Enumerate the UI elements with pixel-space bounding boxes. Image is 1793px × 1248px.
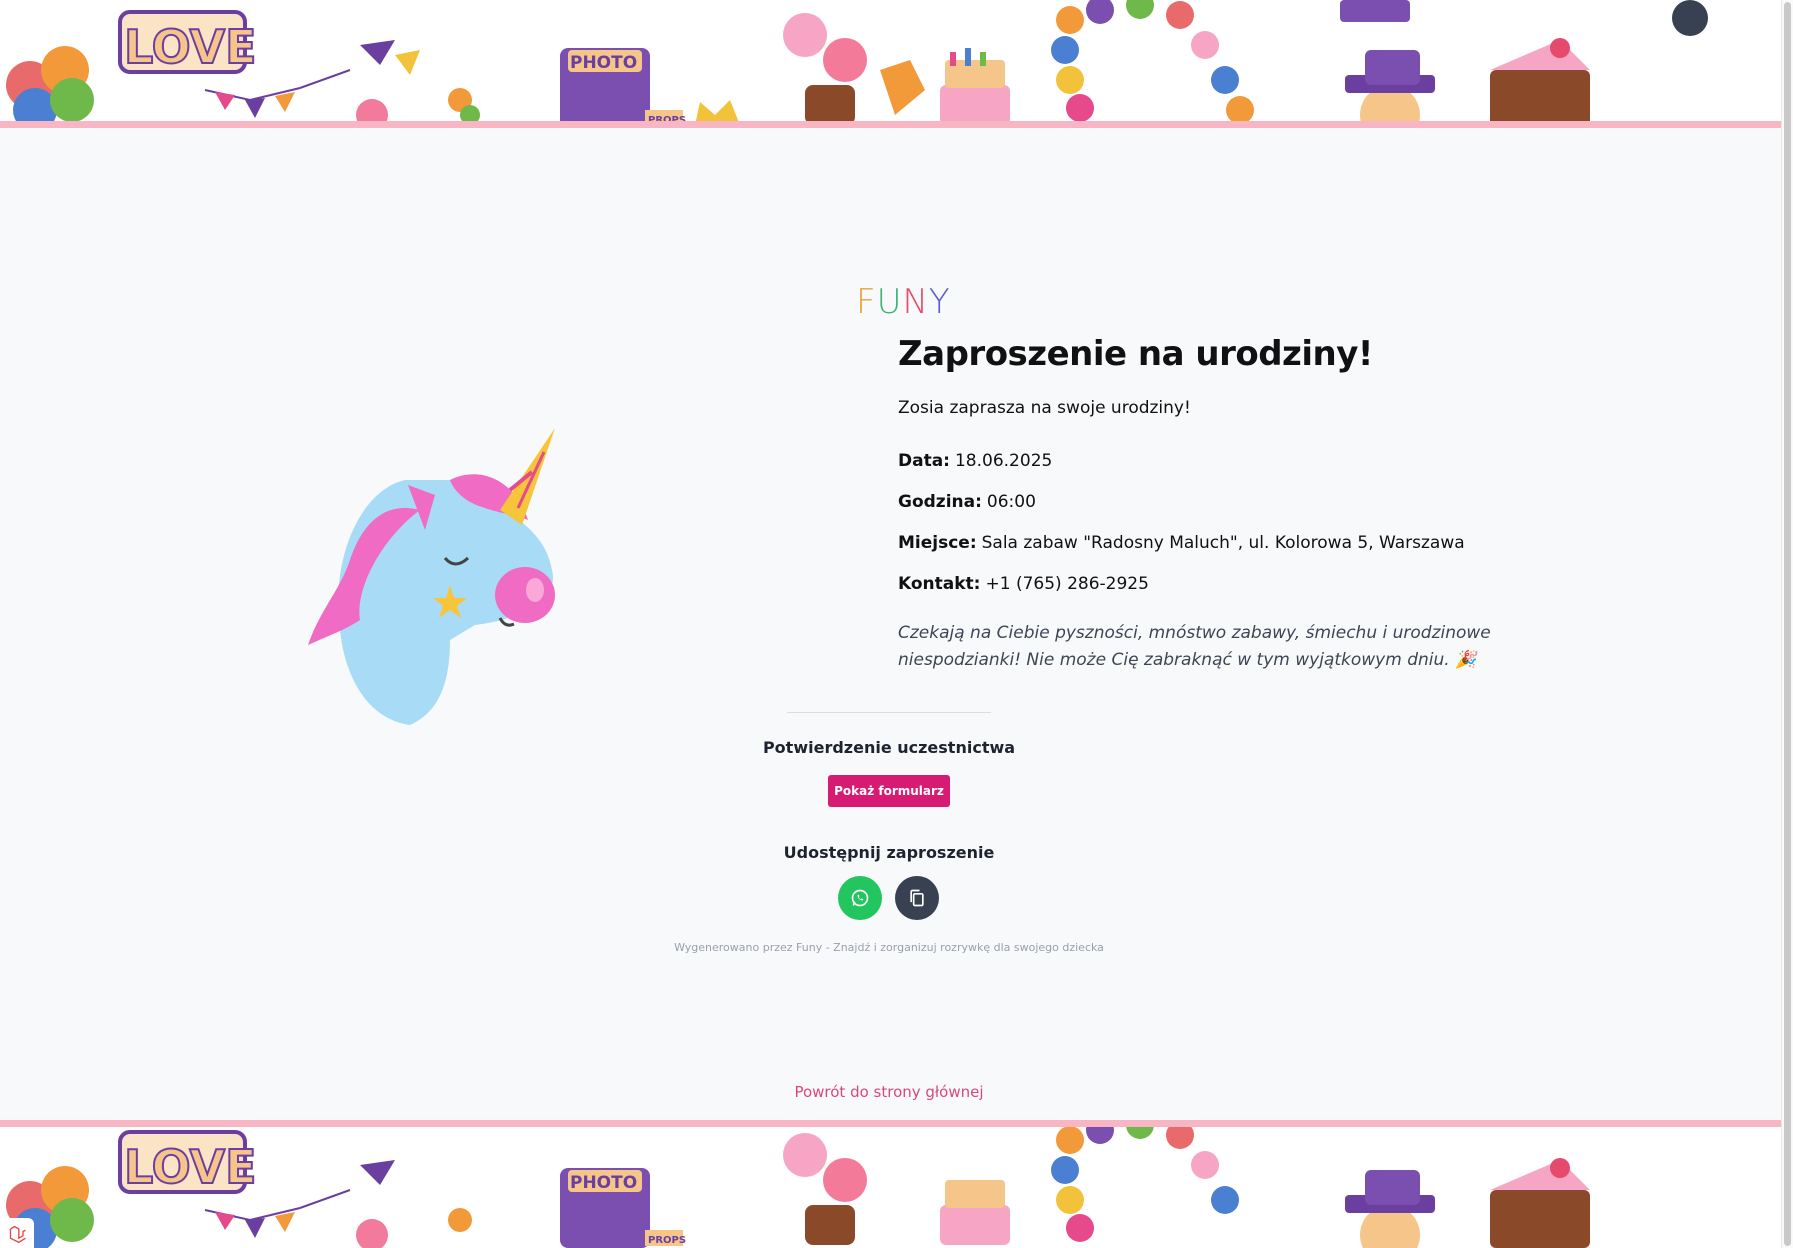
- banner-stripe: [0, 121, 1782, 128]
- party-illustration: LOVE PHOTO PROPS: [6, 1120, 1590, 1248]
- party-illustration: LOVE PHOTO PROPS: [6, 0, 1708, 128]
- detail-value: +1 (765) 286-2925: [985, 573, 1149, 594]
- rsvp-title: Potwierdzenie uczestnictwa: [762, 738, 1016, 757]
- detail-contact: Kontakt: +1 (765) 286-2925: [898, 563, 1498, 604]
- banner-stripe: [0, 1120, 1782, 1127]
- svg-text:PROPS: PROPS: [648, 1235, 686, 1246]
- invitation-closing: Czekają na Ciebie pyszności, mnóstwo zab…: [898, 623, 1491, 670]
- laravel-icon: [9, 1225, 26, 1244]
- divider: [787, 712, 991, 713]
- copy-link-button[interactable]: [895, 876, 939, 920]
- back-to-home-link[interactable]: Powrót do strony głównej: [700, 1083, 1078, 1101]
- generated-by-note: Wygenerowano przez Funy - Znajdź i zorga…: [674, 941, 1104, 954]
- invitation-card: Zaproszenie na urodziny! Zosia zaprasza …: [898, 330, 1498, 674]
- logo-letter: F: [856, 282, 877, 322]
- top-decorative-banner: LOVE PHOTO PROPS: [0, 0, 1782, 128]
- invitation-details: Data: 18.06.2025 Godzina: 06:00 Miejsce:…: [898, 440, 1498, 604]
- scrollbar-thumb[interactable]: [1784, 2, 1791, 1246]
- svg-text:PHOTO: PHOTO: [570, 53, 637, 73]
- logo-letter: N: [902, 282, 929, 322]
- detail-label: Kontakt:: [898, 573, 981, 594]
- detail-value: 06:00: [986, 491, 1036, 512]
- detail-time: Godzina: 06:00: [898, 481, 1498, 522]
- share-title: Udostępnij zaproszenie: [783, 843, 995, 862]
- detail-label: Miejsce:: [898, 532, 977, 553]
- detail-label: Godzina:: [898, 491, 982, 512]
- show-form-button[interactable]: Pokaż formularz: [828, 775, 950, 807]
- logo-letter: Y: [928, 282, 951, 322]
- whatsapp-icon: [851, 889, 869, 907]
- detail-value: 18.06.2025: [954, 450, 1053, 471]
- svg-text:PHOTO: PHOTO: [570, 1173, 637, 1193]
- detail-value: Sala zabaw "Radosny Maluch", ul. Kolorow…: [981, 532, 1465, 553]
- svg-text:LOVE: LOVE: [124, 1140, 257, 1194]
- detail-date: Data: 18.06.2025: [898, 440, 1498, 481]
- svg-text:LOVE: LOVE: [124, 20, 257, 74]
- unicorn-illustration: [308, 428, 555, 725]
- detail-label: Data:: [898, 450, 950, 471]
- bottom-decorative-banner: LOVE PHOTO PROPS: [0, 1120, 1782, 1248]
- invitation-intro: Zosia zaprasza na swoje urodziny!: [898, 398, 1191, 418]
- funy-logo: FUNY: [856, 282, 951, 322]
- detail-place: Miejsce: Sala zabaw "Radosny Maluch", ul…: [898, 522, 1498, 563]
- invitation-title: Zaproszenie na urodziny!: [898, 334, 1373, 374]
- whatsapp-share-button[interactable]: [838, 876, 882, 920]
- copy-icon: [910, 889, 924, 907]
- logo-letter: U: [876, 282, 903, 322]
- page-scrollbar[interactable]: [1781, 0, 1793, 1248]
- debug-badge[interactable]: [0, 1218, 34, 1248]
